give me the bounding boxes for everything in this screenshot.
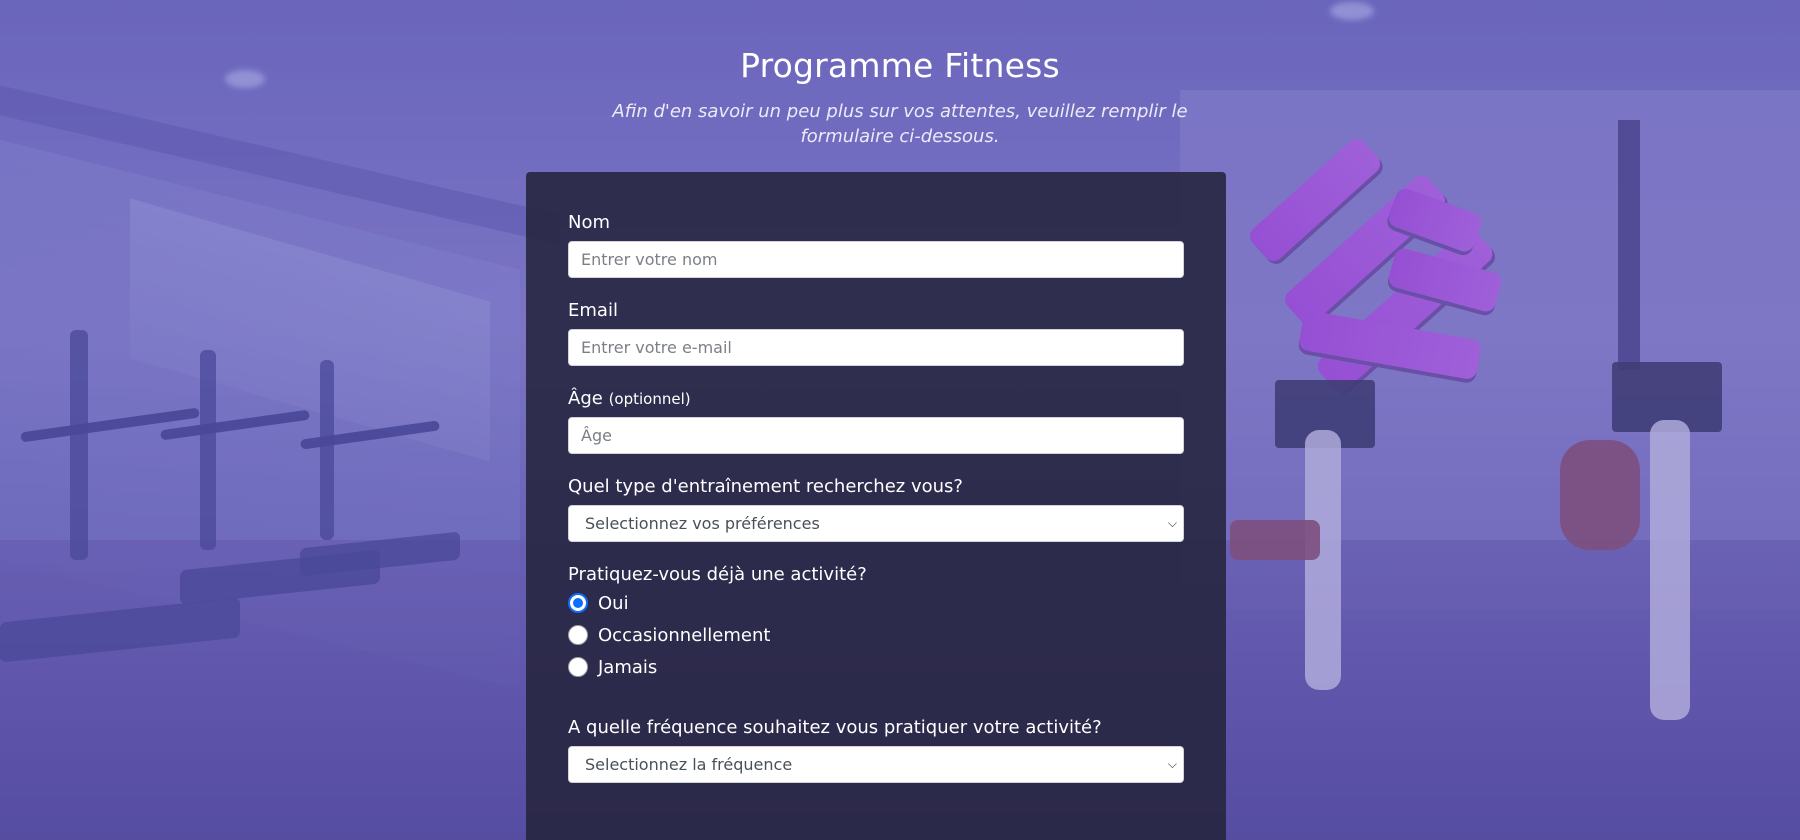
age-label-text: Âge <box>568 388 603 409</box>
age-group: Âge (optionnel) <box>568 388 1184 454</box>
radio-unchecked[interactable] <box>568 625 588 645</box>
page-title: Programme Fitness <box>740 46 1060 85</box>
training-group: Quel type d'entraînement recherchez vous… <box>568 476 1184 542</box>
chevron-down-icon: ⌵ <box>1167 757 1177 771</box>
page-description: Afin d'en savoir un peu plus sur vos att… <box>612 101 1188 147</box>
radio-unchecked[interactable] <box>568 657 588 677</box>
name-input[interactable] <box>568 241 1184 278</box>
page-header: Programme Fitness Afin d'en savoir un pe… <box>0 46 1800 149</box>
email-input[interactable] <box>568 329 1184 366</box>
activity-option-oui[interactable]: Oui <box>568 587 1184 619</box>
age-input[interactable] <box>568 417 1184 454</box>
training-label: Quel type d'entraînement recherchez vous… <box>568 476 963 497</box>
activity-option-jamais[interactable]: Jamais <box>568 651 1184 683</box>
frequency-select-value: Selectionnez la fréquence <box>585 755 793 774</box>
chevron-down-icon: ⌵ <box>1167 516 1177 530</box>
frequency-group: A quelle fréquence souhaitez vous pratiq… <box>568 717 1184 783</box>
age-optional-note: (optionnel) <box>608 390 691 408</box>
email-label: Email <box>568 300 618 321</box>
training-select-value: Selectionnez vos préférences <box>585 514 820 533</box>
name-group: Nom <box>568 212 1184 278</box>
name-label: Nom <box>568 212 611 233</box>
activity-option-label: Oui <box>598 592 629 614</box>
frequency-label: A quelle fréquence souhaitez vous pratiq… <box>568 717 1102 738</box>
activity-label: Pratiquez-vous déjà une activité? <box>568 564 867 585</box>
email-group: Email <box>568 300 1184 366</box>
radio-checked[interactable] <box>568 593 588 613</box>
activity-option-label: Occasionnellement <box>598 624 771 646</box>
age-label: Âge (optionnel) <box>568 388 1184 409</box>
survey-form: Nom Email Âge (optionnel) Quel type d'en… <box>526 172 1226 840</box>
activity-option-label: Jamais <box>598 656 658 678</box>
training-select[interactable]: Selectionnez vos préférences ⌵ <box>568 505 1184 542</box>
activity-option-occasionnellement[interactable]: Occasionnellement <box>568 619 1184 651</box>
activity-group: Pratiquez-vous déjà une activité? Oui Oc… <box>568 564 1184 683</box>
frequency-select[interactable]: Selectionnez la fréquence ⌵ <box>568 746 1184 783</box>
